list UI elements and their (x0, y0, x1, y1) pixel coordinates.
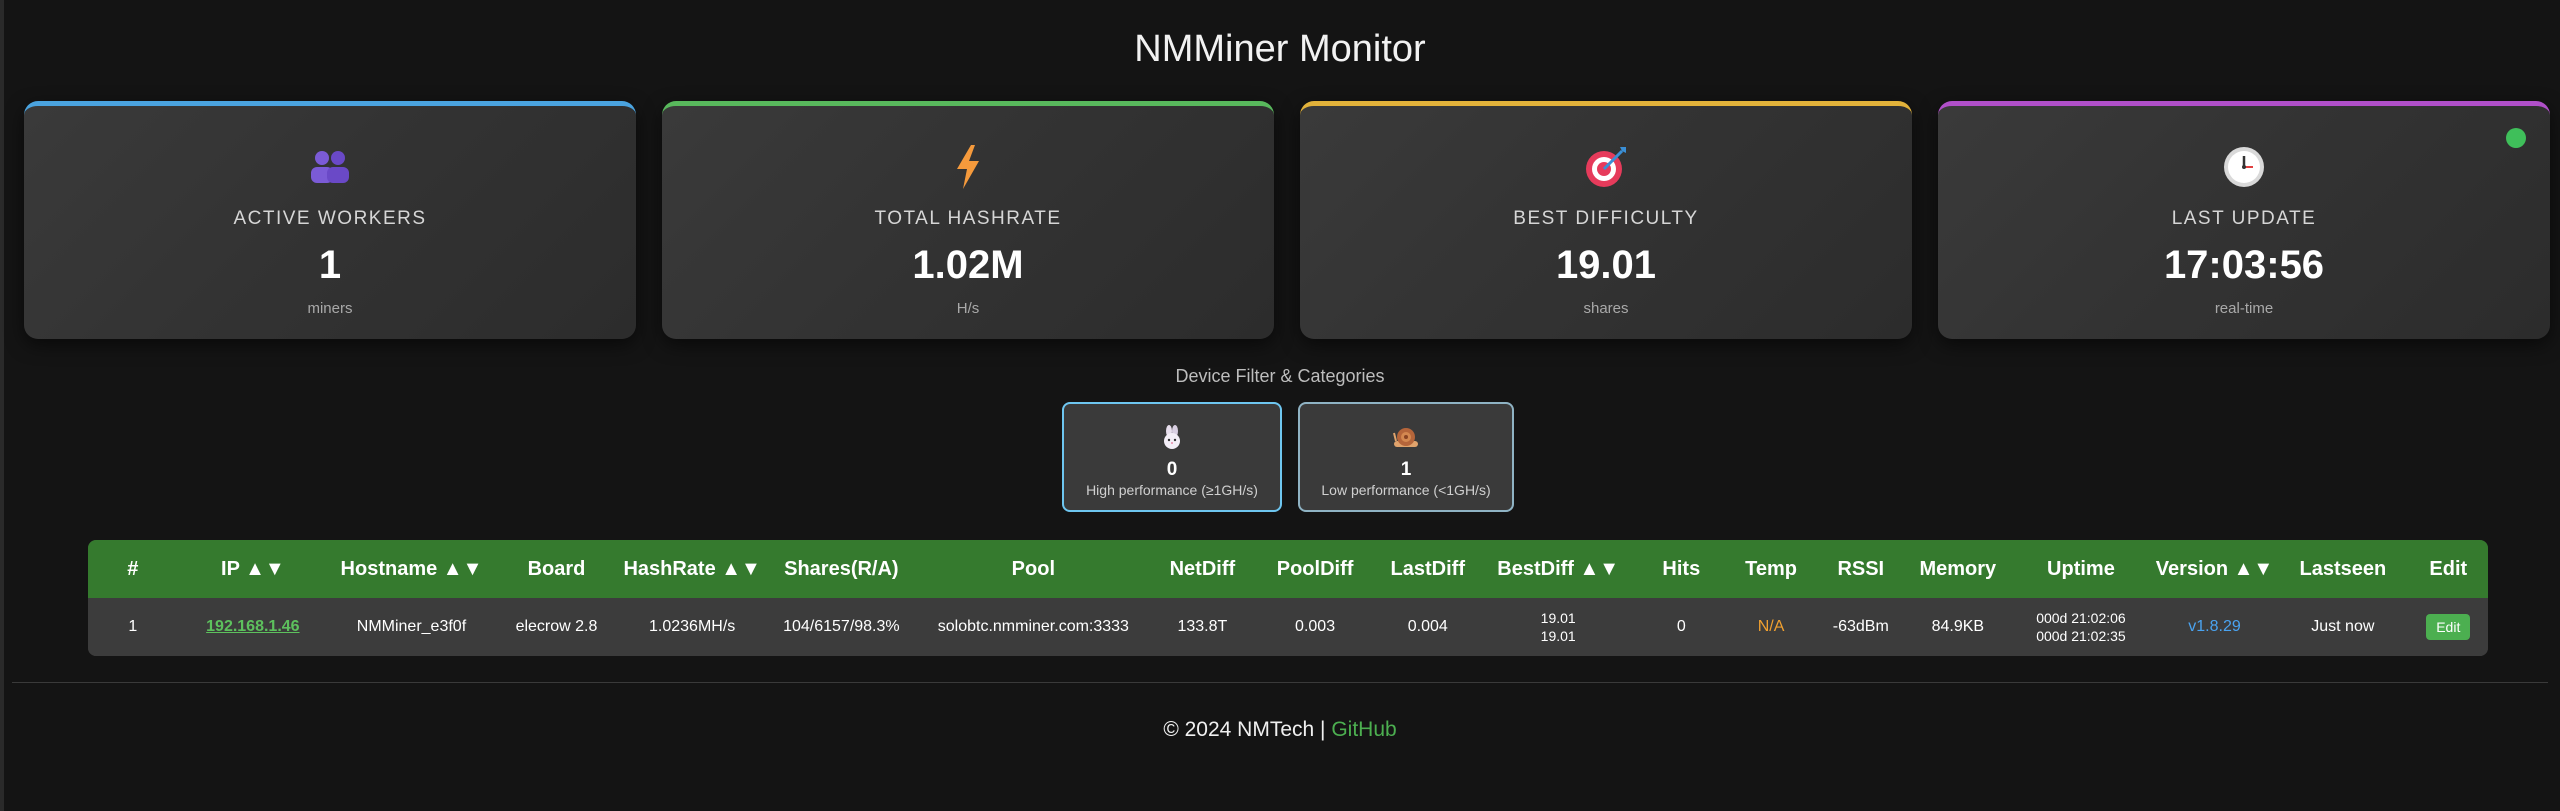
col-pooldiff: PoolDiff (1276, 557, 1354, 580)
cell-hostname: NMMiner_e3f0f (356, 618, 467, 635)
col-hostname[interactable]: Hostname ▲▼ (328, 540, 495, 598)
window-edge (0, 0, 4, 811)
col-temp: Temp (1745, 557, 1797, 580)
col-shares: Shares(R/A) (784, 557, 899, 580)
github-link[interactable]: GitHub (1331, 718, 1396, 741)
target-icon (1300, 144, 1912, 190)
cell-pool: solobtc.nmminer.com:3333 (937, 618, 1129, 635)
cell-memory: 84.9KB (1931, 618, 1985, 635)
col-memory: Memory (1919, 557, 1997, 580)
bestdiff-line-1: 19.01 (1540, 610, 1576, 626)
table-header-row: # IP ▲▼ Hostname ▲▼ Board HashRate ▲▼ Sh… (88, 540, 2488, 598)
table-row: 1 192.168.1.46 NMMiner_e3f0f elecrow 2.8… (88, 598, 2488, 656)
card-value: 1 (318, 243, 342, 287)
uptime-line-1: 000d 21:02:06 (2036, 610, 2126, 626)
cell-ip-link[interactable]: 192.168.1.46 (178, 598, 328, 656)
filter-title: Device Filter & Categories (1175, 366, 1385, 386)
cell-lastseen: Just now (2311, 618, 2375, 635)
cell-hits: 0 (1676, 618, 1686, 635)
cell-uptime: 000d 21:02:06 000d 21:02:35 (2010, 598, 2152, 656)
cell-hashrate: 1.0236MH/s (649, 618, 736, 635)
stats-cards: ACTIVE WORKERS 1 miners TOTAL HASHRATE 1… (24, 101, 2552, 339)
lightning-icon (662, 144, 1274, 190)
col-bestdiff[interactable]: BestDiff ▲▼ (1480, 540, 1637, 598)
card-active-workers: ACTIVE WORKERS 1 miners (24, 101, 636, 339)
cell-edit: Edit (2409, 598, 2488, 656)
card-label: ACTIVE WORKERS (233, 208, 427, 229)
cell-num: 1 (128, 618, 138, 635)
filter-label: Low performance (<1GH/s) (1321, 482, 1491, 498)
card-value: 19.01 (1555, 243, 1657, 287)
clock-icon (1938, 144, 2550, 190)
uptime-line-2: 000d 21:02:35 (2036, 628, 2126, 644)
miners-table: # IP ▲▼ Hostname ▲▼ Board HashRate ▲▼ Sh… (88, 540, 2488, 656)
col-ip[interactable]: IP ▲▼ (178, 540, 328, 598)
card-value: 1.02M (912, 243, 1024, 287)
filter-count: 0 (1166, 459, 1178, 480)
col-hashrate[interactable]: HashRate ▲▼ (618, 540, 766, 598)
card-best-difficulty: BEST DIFFICULTY 19.01 shares (1300, 101, 1912, 339)
bestdiff-line-2: 19.01 (1540, 628, 1576, 644)
footer-copyright: © 2024 NMTech | (1163, 718, 1332, 741)
rabbit-icon (1064, 424, 1280, 452)
filter-high-performance[interactable]: 0 High performance (≥1GH/s) (1062, 402, 1282, 512)
cell-netdiff: 133.8T (1177, 618, 1228, 635)
filter-label: High performance (≥1GH/s) (1086, 482, 1258, 498)
cell-temp: N/A (1757, 618, 1785, 635)
card-last-update: LAST UPDATE 17:03:56 real-time (1938, 101, 2550, 339)
page: NMMiner Monitor ACTIVE WORKERS 1 miners (0, 0, 2560, 811)
col-edit: Edit (2429, 557, 2468, 580)
card-label: LAST UPDATE (2171, 208, 2317, 229)
card-total-hashrate: TOTAL HASHRATE 1.02M H/s (662, 101, 1274, 339)
card-unit: shares (1583, 300, 1629, 317)
col-uptime: Uptime (2047, 557, 2115, 580)
card-unit: miners (307, 300, 353, 317)
col-version[interactable]: Version ▲▼ (2152, 540, 2277, 598)
card-unit: real-time (2214, 300, 2274, 317)
card-label: BEST DIFFICULTY (1513, 208, 1699, 229)
col-lastdiff: LastDiff (1390, 557, 1465, 580)
col-rssi: RSSI (1837, 557, 1885, 580)
card-label: TOTAL HASHRATE (874, 208, 1062, 229)
footer: © 2024 NMTech | GitHub (0, 718, 2560, 742)
cell-rssi: -63dBm (1832, 618, 1889, 635)
page-title: NMMiner Monitor (1134, 28, 1426, 70)
filter-count: 1 (1400, 459, 1412, 480)
footer-divider (12, 682, 2548, 683)
cell-bestdiff: 19.01 19.01 (1480, 598, 1637, 656)
cell-pooldiff: 0.003 (1295, 618, 1336, 635)
col-netdiff: NetDiff (1169, 557, 1236, 580)
cell-shares: 104/6157/98.3% (783, 618, 900, 635)
snail-icon (1300, 424, 1512, 452)
filter-low-performance[interactable]: 1 Low performance (<1GH/s) (1298, 402, 1514, 512)
card-value: 17:03:56 (2163, 243, 2325, 287)
col-hits: Hits (1662, 557, 1701, 580)
cell-lastdiff: 0.004 (1407, 618, 1448, 635)
cell-version: v1.8.29 (2188, 618, 2241, 635)
col-lastseen: Lastseen (2299, 557, 2387, 580)
edit-button[interactable]: Edit (2426, 614, 2471, 640)
col-num: # (127, 557, 139, 580)
col-board: Board (527, 557, 586, 580)
col-pool: Pool (1011, 557, 1056, 580)
users-icon (24, 144, 636, 190)
cell-board: elecrow 2.8 (515, 618, 598, 635)
card-unit: H/s (956, 300, 980, 317)
